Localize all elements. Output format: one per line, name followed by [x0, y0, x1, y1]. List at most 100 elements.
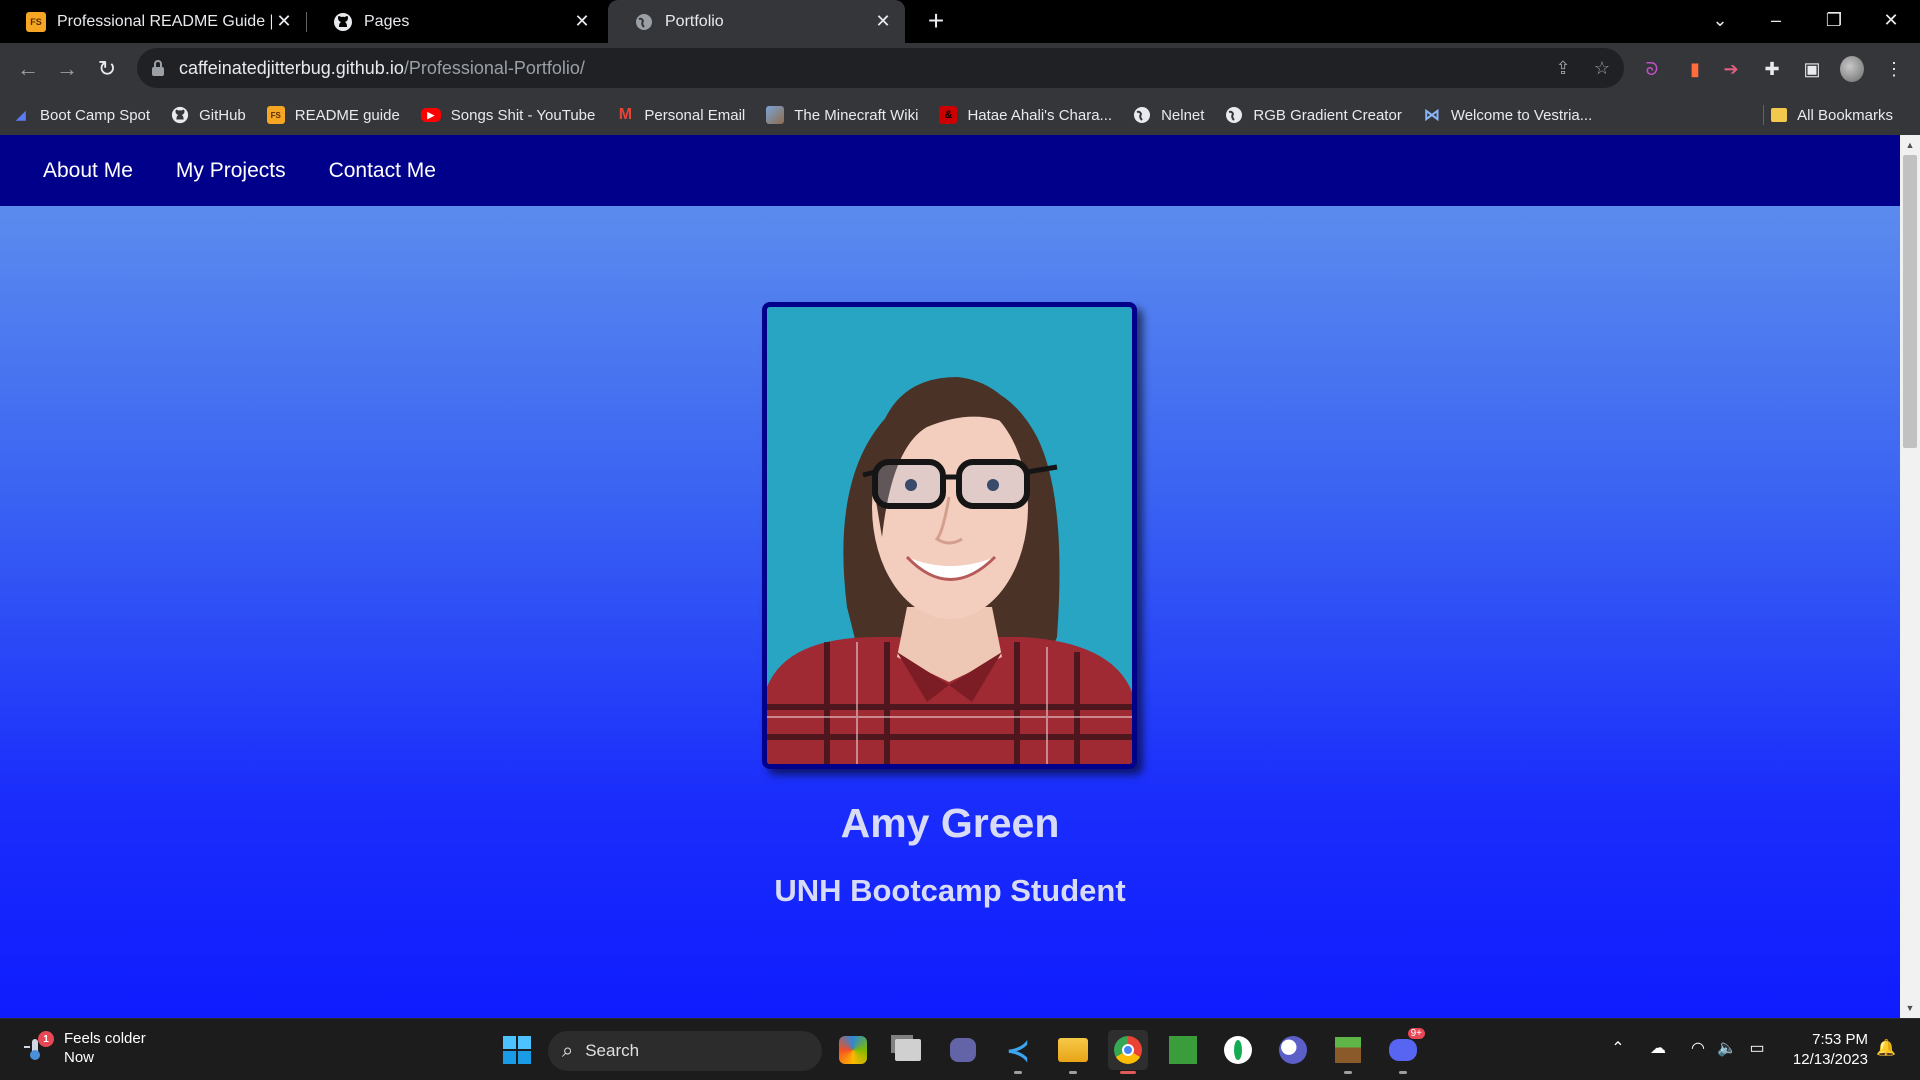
- bookmark-dnd-character[interactable]: & Hatae Ahali's Chara...: [927, 99, 1121, 131]
- fs-logo-icon: FS: [26, 11, 46, 32]
- clock-time: 7:53 PM: [1812, 1031, 1868, 1048]
- vscode-icon[interactable]: ≺: [998, 1030, 1038, 1074]
- start-button[interactable]: [497, 1030, 537, 1070]
- taskbar-clock[interactable]: 7:53 PM 12/13/2023: [1793, 1030, 1868, 1070]
- folder-icon: [1771, 108, 1788, 122]
- minecraft-launcher-icon[interactable]: [1163, 1030, 1203, 1070]
- battery-icon[interactable]: ▭: [1744, 1033, 1770, 1063]
- weather-widget[interactable]: 1 Feels colder Now: [24, 1029, 146, 1067]
- bookmark-label: RGB Gradient Creator: [1253, 106, 1402, 124]
- bookmark-github[interactable]: GitHub: [159, 99, 255, 131]
- close-icon[interactable]: ✕: [272, 10, 296, 34]
- extension-swirl-icon[interactable]: ᘐ: [1640, 57, 1664, 81]
- volume-icon[interactable]: 🔈: [1714, 1033, 1740, 1063]
- page-scrollbar[interactable]: ▲ ▼: [1900, 135, 1920, 1018]
- nav-contact-me-link[interactable]: Contact Me: [329, 159, 436, 183]
- thermometer-icon: 1: [24, 1031, 54, 1063]
- new-tab-button[interactable]: +: [921, 5, 951, 36]
- tab-title: Portfolio: [665, 12, 724, 30]
- bookmarks-bar: ◢ Boot Camp Spot GitHub FS README guide …: [0, 95, 1920, 135]
- bookmark-label: Songs Shit - YouTube: [450, 106, 596, 124]
- minecraft-grass-block-icon[interactable]: [1328, 1030, 1368, 1074]
- weather-line-1: Feels colder: [64, 1030, 146, 1047]
- side-panel-icon[interactable]: ▣: [1800, 57, 1824, 81]
- nav-my-projects-link[interactable]: My Projects: [176, 159, 286, 183]
- profile-avatar[interactable]: [1840, 56, 1864, 82]
- search-placeholder: Search: [585, 1041, 640, 1060]
- bookmark-label: README guide: [294, 106, 400, 124]
- bookmark-youtube[interactable]: ▶ Songs Shit - YouTube: [409, 99, 605, 131]
- extension-bookmark-icon[interactable]: ▮: [1683, 57, 1707, 81]
- gmail-icon: M: [618, 106, 633, 123]
- url-path: /Professional-Portfolio/: [403, 57, 585, 78]
- extension-arrow-icon[interactable]: ➔: [1719, 57, 1743, 81]
- taskbar-search[interactable]: ⌕ Search: [548, 1031, 822, 1071]
- browser-toolbar: ← → ↻ caffeinatedjitterbug.github.io/Pro…: [0, 43, 1920, 95]
- hero-name: Amy Green: [840, 800, 1060, 846]
- bookmark-label: Nelnet: [1161, 106, 1205, 124]
- scroll-up-arrow-icon[interactable]: ▲: [1900, 137, 1920, 153]
- teams-chat-icon[interactable]: [943, 1030, 983, 1070]
- tab-pages[interactable]: Pages ✕: [307, 0, 604, 43]
- github-icon: [333, 12, 353, 32]
- scrollbar-thumb[interactable]: [1903, 155, 1917, 448]
- minimize-button[interactable]: –: [1747, 0, 1805, 40]
- task-view-icon[interactable]: [888, 1030, 928, 1070]
- bookmark-star-icon[interactable]: ☆: [1590, 56, 1614, 80]
- discord-icon[interactable]: 9+: [1383, 1028, 1425, 1074]
- bookmark-minecraft-wiki[interactable]: The Minecraft Wiki: [754, 99, 927, 131]
- bookmark-label: All Bookmarks: [1797, 106, 1893, 124]
- chrome-icon[interactable]: [1108, 1030, 1148, 1074]
- bookmark-rgb-gradient[interactable]: RGB Gradient Creator: [1213, 99, 1410, 131]
- weather-line-2: Now: [64, 1049, 95, 1066]
- fs-logo-icon: FS: [266, 106, 285, 124]
- mongodb-compass-icon[interactable]: [1218, 1030, 1258, 1070]
- bookmark-label: Personal Email: [644, 106, 746, 124]
- scroll-down-arrow-icon[interactable]: ▼: [1900, 1000, 1920, 1016]
- menu-kebab-icon[interactable]: ⋮: [1882, 57, 1906, 81]
- profile-photo: [762, 302, 1137, 769]
- tab-readme-guide[interactable]: FS Professional README Guide | Th ✕: [0, 0, 306, 43]
- file-explorer-icon[interactable]: [1053, 1030, 1093, 1074]
- all-bookmarks-folder[interactable]: All Bookmarks: [1759, 99, 1902, 131]
- tab-search-chevron-icon[interactable]: ⌄: [1691, 0, 1749, 40]
- moon-app-icon[interactable]: [1273, 1030, 1313, 1070]
- forward-button[interactable]: →: [49, 51, 85, 87]
- notification-badge: 1: [38, 1031, 54, 1047]
- site-nav: About Me My Projects Contact Me: [0, 135, 1900, 206]
- tab-title: Pages: [364, 12, 410, 30]
- close-window-button[interactable]: ✕: [1862, 0, 1920, 40]
- close-icon[interactable]: ✕: [570, 10, 594, 34]
- nav-about-me-link[interactable]: About Me: [43, 159, 133, 183]
- browser-tab-strip: FS Professional README Guide | Th ✕ Page…: [0, 0, 1920, 43]
- address-bar[interactable]: caffeinatedjitterbug.github.io/Professio…: [137, 48, 1624, 88]
- page-viewport: About Me My Projects Contact Me Amy Gree…: [0, 135, 1920, 1018]
- close-icon[interactable]: ✕: [871, 10, 895, 34]
- youtube-icon: ▶: [420, 108, 441, 122]
- notification-bell-icon[interactable]: 🔔: [1874, 1033, 1898, 1063]
- wifi-icon[interactable]: ◠: [1685, 1033, 1711, 1063]
- bookmark-bootcamp[interactable]: ◢ Boot Camp Spot: [0, 99, 159, 131]
- onedrive-icon[interactable]: ☁: [1644, 1033, 1672, 1063]
- extensions-puzzle-icon[interactable]: ✚: [1760, 57, 1784, 81]
- tab-portfolio[interactable]: Portfolio ✕: [608, 0, 905, 43]
- notification-badge: 9+: [1407, 1028, 1425, 1039]
- tab-title: Professional README Guide | Th: [57, 12, 272, 30]
- share-icon[interactable]: ⇪: [1551, 56, 1575, 80]
- lock-icon[interactable]: [151, 60, 165, 76]
- hero-role: UNH Bootcamp Student: [774, 873, 1126, 908]
- show-hidden-icons-chevron-icon[interactable]: ⌃: [1606, 1033, 1630, 1063]
- windows-logo-icon: [503, 1036, 531, 1064]
- globe-icon: [1133, 106, 1151, 124]
- bookmark-readme-guide[interactable]: FS README guide: [255, 99, 409, 131]
- bookmark-nelnet[interactable]: Nelnet: [1121, 99, 1213, 131]
- bookmark-label: Hatae Ahali's Chara...: [967, 106, 1113, 124]
- reload-button[interactable]: ↻: [89, 51, 125, 87]
- bookmark-vestria[interactable]: ⋈ Welcome to Vestria...: [1411, 99, 1601, 131]
- clock-date: 12/13/2023: [1792, 1051, 1868, 1068]
- restore-button[interactable]: ❐: [1805, 0, 1863, 40]
- copilot-preview-icon[interactable]: [833, 1030, 873, 1070]
- back-button[interactable]: ←: [10, 51, 46, 87]
- bookmark-personal-email[interactable]: M Personal Email: [604, 99, 754, 131]
- bookmark-label: Welcome to Vestria...: [1450, 106, 1593, 124]
